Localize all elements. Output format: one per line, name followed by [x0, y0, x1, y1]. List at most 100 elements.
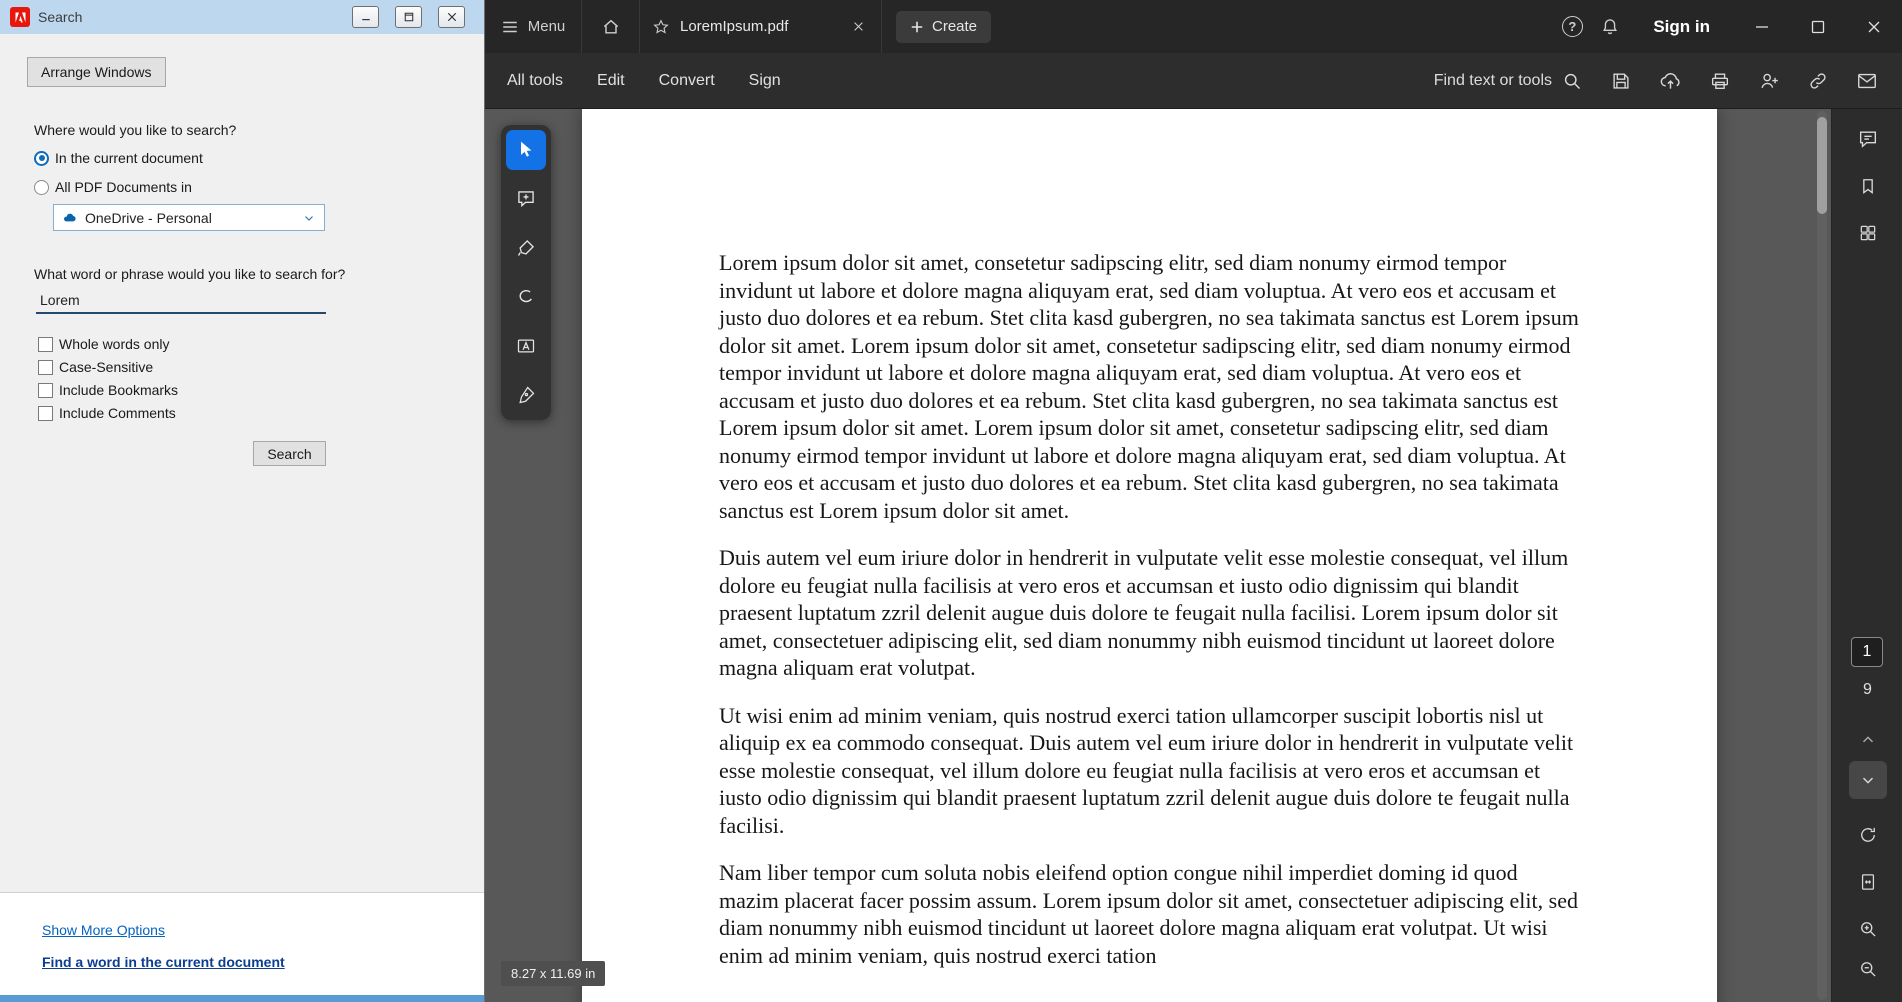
document-scrollbar[interactable] [1817, 111, 1827, 1000]
help-button[interactable]: ? [1553, 8, 1591, 46]
checkbox-box[interactable] [38, 405, 53, 421]
find-text-label: Find text or tools [1433, 71, 1552, 89]
total-pages-label: 9 [1863, 681, 1872, 698]
fit-page-icon [1861, 874, 1875, 890]
checkbox-box[interactable] [38, 382, 53, 398]
share-upload-button[interactable] [1659, 69, 1682, 92]
radio-button[interactable] [34, 179, 49, 195]
home-icon [603, 19, 618, 34]
checkbox-label: Case-Sensitive [59, 359, 154, 375]
print-button[interactable] [1709, 70, 1731, 92]
arrange-windows-button[interactable]: Arrange Windows [27, 57, 166, 87]
find-word-link[interactable]: Find a word in the current document [42, 954, 484, 970]
tab-title: LoremIpsum.pdf [680, 18, 789, 35]
close-icon [447, 12, 456, 22]
search-window-titlebar: Search [0, 0, 484, 34]
radio-button-selected[interactable] [34, 150, 49, 166]
close-button[interactable] [1846, 0, 1902, 53]
checkbox-box[interactable] [38, 336, 53, 352]
bookmarks-panel-button[interactable] [1849, 167, 1887, 205]
current-page-input[interactable]: 1 [1851, 637, 1883, 667]
search-location-dropdown[interactable]: OneDrive - Personal [53, 204, 325, 231]
minimize-icon [1756, 25, 1768, 28]
star-icon [653, 18, 669, 34]
search-window-controls [352, 6, 465, 28]
dialog-close-button[interactable] [438, 6, 465, 28]
create-button[interactable]: Create [896, 10, 992, 43]
radio-label: All PDF Documents in [55, 179, 192, 195]
checkbox-whole-words[interactable]: Whole words only [38, 336, 170, 352]
tab-sign[interactable]: Sign [749, 72, 781, 90]
rotate-page-button[interactable] [1849, 816, 1887, 854]
search-window-title: Search [38, 9, 83, 25]
where-question-label: Where would you like to search? [34, 122, 237, 138]
lasso-icon [519, 289, 532, 303]
minimize-button[interactable] [1734, 0, 1790, 53]
fit-width-button[interactable] [1849, 863, 1887, 901]
paragraph: Lorem ipsum dolor sit amet, consetetur s… [719, 250, 1579, 523]
window-bottom-edge [0, 995, 484, 1002]
notifications-button[interactable] [1591, 8, 1629, 46]
checkbox-include-comments[interactable]: Include Comments [38, 405, 176, 421]
onedrive-icon [64, 213, 76, 221]
next-page-button[interactable] [1849, 761, 1887, 799]
cloud-upload-icon [1660, 73, 1680, 89]
comments-panel-button[interactable] [1849, 120, 1887, 158]
fill-sign-tool[interactable] [506, 375, 546, 415]
link-icon [1810, 72, 1826, 89]
previous-page-button[interactable] [1849, 721, 1887, 759]
dialog-maximize-button[interactable] [395, 6, 422, 28]
rotate-icon [1861, 827, 1875, 842]
maximize-icon [1811, 20, 1825, 33]
search-term-input[interactable] [36, 288, 326, 314]
email-button[interactable] [1856, 70, 1878, 92]
add-text-tool[interactable] [506, 326, 546, 366]
create-label: Create [932, 18, 978, 35]
zoom-in-icon [1861, 922, 1876, 937]
show-more-options-link[interactable]: Show More Options [42, 922, 484, 938]
add-comment-tool[interactable] [506, 179, 546, 219]
tab-close-icon[interactable] [847, 16, 869, 38]
tab-all-tools[interactable]: All tools [507, 72, 563, 90]
text-box-icon [517, 339, 535, 353]
select-tool[interactable] [506, 130, 546, 170]
checkbox-case-sensitive[interactable]: Case-Sensitive [38, 359, 153, 375]
desktop: Menu LoremIpsum.pdf Create ? Sign in All… [0, 0, 1902, 1002]
scrollbar-thumb[interactable] [1817, 117, 1827, 214]
page-thumbnails-button[interactable] [1849, 214, 1887, 252]
draw-tool[interactable] [506, 277, 546, 317]
comment-plus-icon [518, 191, 534, 208]
home-button[interactable] [582, 0, 640, 53]
document-area: Lorem ipsum dolor sit amet, consetetur s… [485, 109, 1831, 1002]
save-button[interactable] [1610, 70, 1632, 92]
mail-icon [1858, 73, 1876, 88]
fountain-pen-icon [519, 386, 535, 404]
search-window-footer: Show More Options Find a word in the cur… [0, 892, 484, 995]
document-tab[interactable]: LoremIpsum.pdf [640, 0, 882, 53]
checkbox-include-bookmarks[interactable]: Include Bookmarks [38, 382, 178, 398]
share-link-button[interactable] [1807, 70, 1829, 92]
maximize-button[interactable] [1790, 0, 1846, 53]
dropdown-value: OneDrive - Personal [85, 209, 212, 226]
bell-icon [1603, 18, 1618, 34]
plus-icon [911, 21, 923, 32]
titlebar-right-group: ? Sign in [1553, 0, 1902, 53]
dialog-minimize-button[interactable] [352, 6, 379, 28]
checkbox-label: Whole words only [59, 336, 170, 352]
sign-in-button[interactable]: Sign in [1653, 17, 1710, 37]
checkbox-box[interactable] [38, 359, 53, 375]
zoom-out-button[interactable] [1849, 950, 1887, 988]
radio-current-document[interactable]: In the current document [34, 150, 203, 166]
toolbar-action-icons [1582, 69, 1902, 92]
highlight-tool[interactable] [506, 228, 546, 268]
menu-button[interactable]: Menu [485, 0, 582, 53]
add-user-button[interactable] [1758, 70, 1780, 92]
radio-all-pdf-documents[interactable]: All PDF Documents in [34, 179, 192, 195]
find-text-button[interactable]: Find text or tools [1434, 71, 1582, 91]
tab-edit[interactable]: Edit [597, 72, 625, 90]
add-user-icon [1761, 73, 1778, 88]
tab-convert[interactable]: Convert [659, 72, 715, 90]
zoom-in-button[interactable] [1849, 910, 1887, 948]
search-submit-button[interactable]: Search [253, 441, 326, 466]
checkbox-label: Include Bookmarks [59, 382, 179, 398]
